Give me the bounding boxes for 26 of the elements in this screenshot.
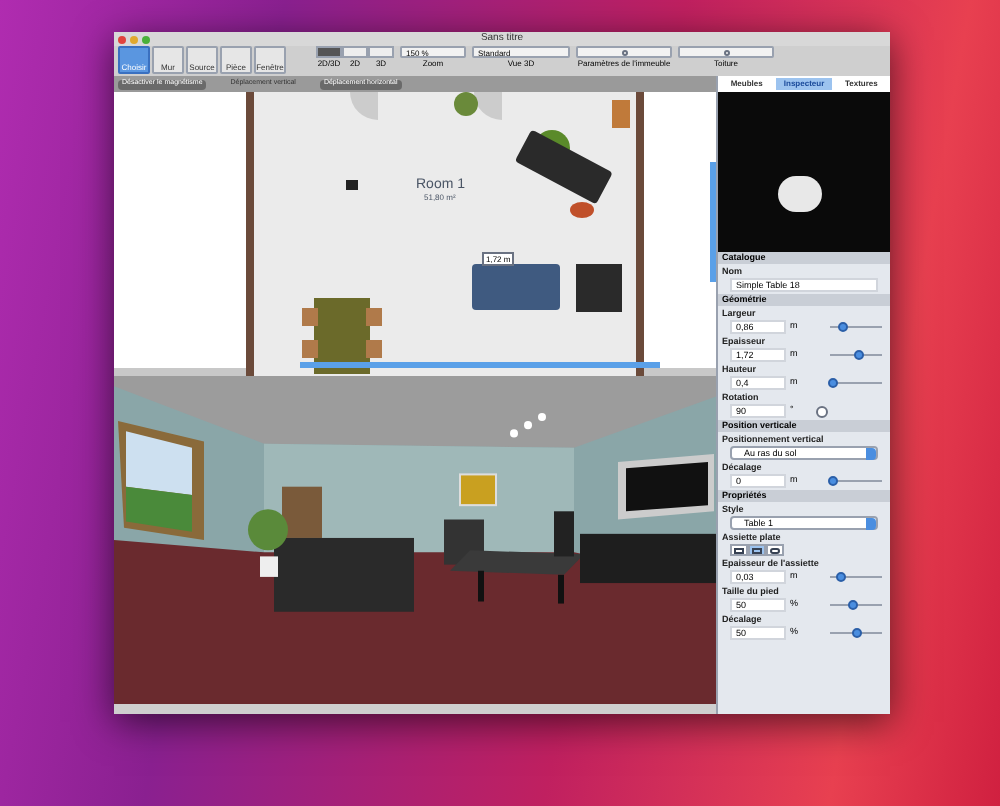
navigation-pad-icon[interactable]: [778, 176, 822, 212]
plate-shape-option[interactable]: [766, 544, 784, 556]
horizontal-scrollbar[interactable]: [300, 362, 660, 368]
slider-thumb[interactable]: [827, 378, 838, 388]
slider-thumb[interactable]: [851, 628, 861, 638]
gear-icon: [621, 49, 627, 55]
plate-shape-option[interactable]: [730, 544, 748, 556]
slider[interactable]: [830, 599, 882, 611]
plate-shape-option[interactable]: [748, 544, 766, 556]
slider[interactable]: [830, 571, 882, 583]
slider-thumb[interactable]: [835, 572, 846, 582]
close-icon[interactable]: [118, 35, 126, 43]
slider[interactable]: [830, 377, 882, 389]
stepper-icon: [866, 447, 876, 459]
slider[interactable]: [830, 349, 882, 361]
slider-thumb[interactable]: [827, 476, 838, 486]
view-mode-segment[interactable]: [316, 46, 342, 58]
vertical-scrollbar[interactable]: [710, 162, 716, 282]
slider-thumb[interactable]: [848, 600, 859, 610]
slider[interactable]: [830, 475, 882, 487]
stepper-icon: [866, 517, 876, 529]
slider[interactable]: [830, 321, 882, 333]
rotation-dial[interactable]: [816, 405, 828, 417]
slider[interactable]: [830, 627, 882, 639]
slider-thumb[interactable]: [853, 350, 864, 360]
slider-thumb[interactable]: [838, 322, 848, 332]
